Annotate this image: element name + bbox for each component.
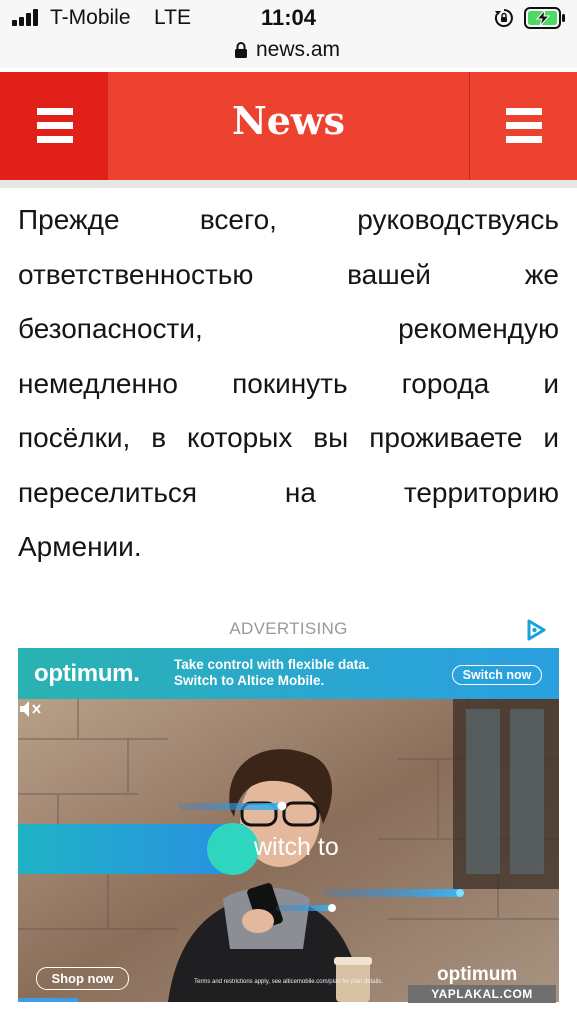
article-word: вашей [347, 258, 431, 290]
article-line: безопасности, рекомендую [18, 302, 559, 357]
article-line: Прежде всего, руководствуясь [18, 193, 559, 248]
article-line: посёлки, в которых вы проживаете и [18, 411, 559, 466]
ad-tagline: Switch to Altice Mobile. [174, 673, 325, 688]
article-line: Армении. [18, 520, 559, 575]
article-word: всего, [199, 204, 277, 235]
status-bar: T-Mobile LTE 11:04 [0, 0, 577, 36]
article-line: немедленно покинуть города и [18, 357, 559, 412]
article-word: и [543, 422, 559, 453]
speaker-muted-icon[interactable] [18, 699, 44, 719]
article-body: Прежде всего, руководствуясь ответственн… [18, 193, 559, 575]
article-word: Прежде [18, 204, 120, 235]
battery-charging-icon [524, 7, 565, 29]
left-menu-button[interactable] [0, 72, 108, 180]
ad-tagline: Take control with flexible data. [174, 657, 370, 672]
ad-brand-logo: optimum [437, 964, 518, 985]
ad-video-progress [18, 998, 78, 1002]
rotation-lock-icon [494, 9, 513, 27]
ad-switch-now-button[interactable]: Switch now [452, 665, 542, 685]
ad-video[interactable]: witch to Shop now Terms and restrictions… [18, 699, 559, 1002]
right-menu-button[interactable] [469, 72, 577, 180]
hamburger-menu-icon [37, 108, 73, 144]
article-word: Армении. [18, 531, 142, 562]
article-word: вы [313, 422, 349, 453]
adchoices-icon[interactable] [525, 619, 547, 641]
article-word: покинуть [232, 367, 348, 399]
ad-overlay-text: witch to [254, 833, 339, 861]
carrier-name: T-Mobile [50, 6, 131, 29]
header-divider [0, 180, 577, 188]
article-word: немедленно [18, 367, 178, 399]
signal-bars-icon [12, 9, 42, 26]
advertising-label: ADVERTISING [229, 619, 348, 638]
network-type: LTE [154, 6, 191, 29]
lock-icon [235, 42, 247, 58]
article-word: на [284, 476, 316, 508]
article-line: ответственностью вашей же [18, 248, 559, 303]
site-domain[interactable]: news.am [256, 38, 340, 62]
ad-shop-now-button[interactable]: Shop now [36, 967, 129, 990]
article-word: безопасности, [18, 313, 203, 344]
article-word: города [401, 367, 490, 399]
site-logo[interactable]: News [108, 98, 469, 143]
article-word: рекомендую [398, 313, 559, 344]
hamburger-menu-icon [506, 108, 542, 144]
article-line: переселиться на территорию [18, 466, 559, 521]
article-word: посёлки, [18, 422, 131, 453]
article-word: проживаете [369, 422, 523, 453]
article-word: переселиться [18, 476, 198, 508]
watermark: YAPLAKAL.COM [408, 985, 556, 1003]
article-word: ответственностью [18, 258, 254, 290]
article-word: руководствуясь [357, 204, 559, 235]
article-word: и [543, 367, 559, 399]
site-header: News [0, 72, 577, 180]
ad-brand-logo: optimum. [34, 660, 140, 687]
article-word: территорию [403, 476, 559, 508]
article-word: же [524, 258, 559, 290]
article-word: которых [187, 422, 293, 453]
ad-fine-print: Terms and restrictions apply, see altice… [194, 979, 383, 985]
ad-banner[interactable]: optimum. Take control with flexible data… [18, 648, 559, 699]
article-word: в [151, 422, 167, 453]
address-bar[interactable]: news.am [0, 36, 577, 68]
